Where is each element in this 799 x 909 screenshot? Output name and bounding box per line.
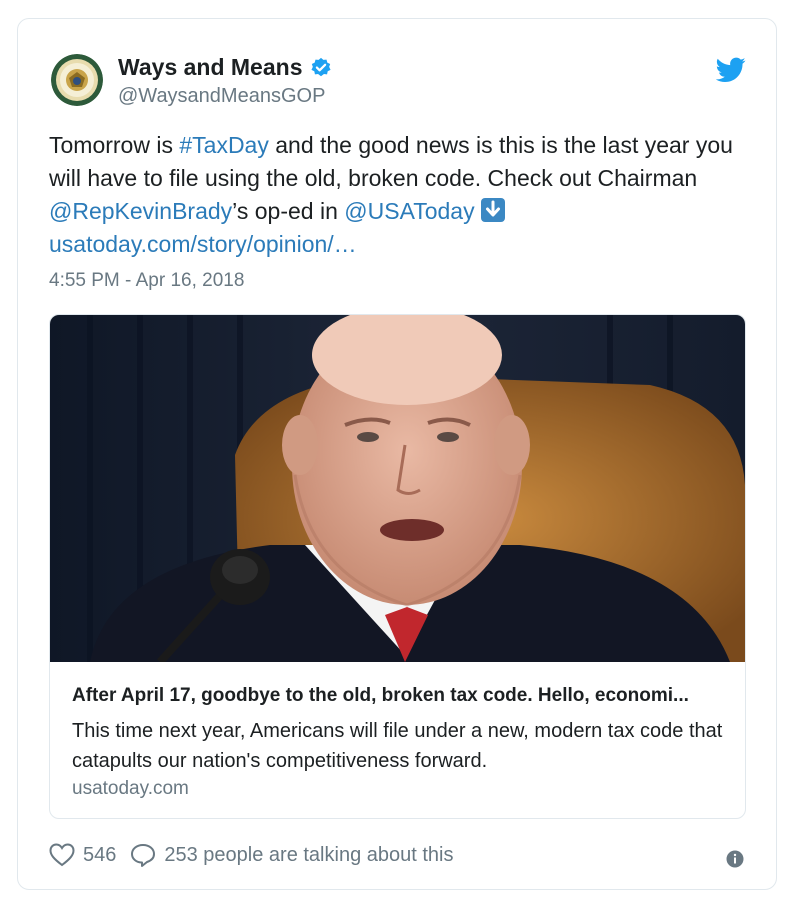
hashtag-link[interactable]: #TaxDay xyxy=(179,132,268,158)
mention-link[interactable]: @RepKevinBrady xyxy=(49,198,232,224)
tweet-card: Ways and Means @WaysandMeansGOP Tomorrow… xyxy=(17,18,777,890)
twitter-bird-icon[interactable] xyxy=(716,57,746,83)
speech-bubble-icon xyxy=(131,844,156,867)
down-arrow-icon xyxy=(480,198,505,222)
verified-badge-icon xyxy=(311,57,332,76)
card-description: This time next year, Americans will file… xyxy=(72,720,723,772)
display-name-text: Ways and Means xyxy=(118,54,303,80)
article-url-link[interactable]: usatoday.com/story/opinion/… xyxy=(49,231,357,257)
tweet-text: Tomorrow is #TaxDay and the good news is… xyxy=(49,129,759,261)
mention-link[interactable]: @USAToday xyxy=(344,198,474,224)
link-preview-card[interactable]: After April 17, goodbye to the old, brok… xyxy=(49,314,746,819)
timestamp[interactable]: 4:55 PM - Apr 16, 2018 xyxy=(49,270,244,292)
tweet-text-part: Tomorrow is xyxy=(49,132,180,158)
card-domain: usatoday.com xyxy=(72,778,189,799)
card-title: After April 17, goodbye to the old, brok… xyxy=(72,685,689,706)
info-icon[interactable] xyxy=(726,850,744,868)
heart-icon xyxy=(49,843,75,867)
reply-button[interactable]: 253 people are talking about this xyxy=(130,843,453,867)
like-count: 546 xyxy=(83,843,117,866)
card-image xyxy=(50,315,745,662)
seal-icon xyxy=(51,54,103,106)
display-name[interactable]: Ways and Means xyxy=(118,54,332,81)
avatar[interactable] xyxy=(51,54,103,106)
like-button[interactable]: 546 xyxy=(49,843,116,867)
talking-count-text: 253 people are talking about this xyxy=(164,843,454,866)
tweet-actions: 546 253 people are talking about this xyxy=(49,843,467,867)
down-arrow-glyph xyxy=(485,200,500,217)
handle[interactable]: @WaysandMeansGOP xyxy=(118,85,325,108)
tweet-text-part: ’s op-ed in xyxy=(232,198,345,224)
